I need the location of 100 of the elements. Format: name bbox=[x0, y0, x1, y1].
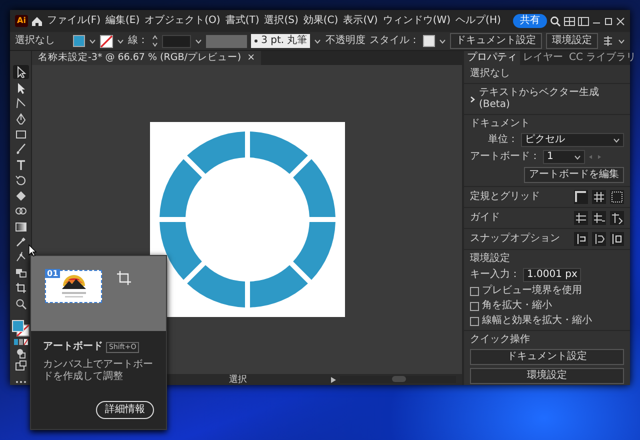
section-heading: スナップオプション bbox=[470, 233, 560, 245]
menu-item[interactable]: 編集(E) bbox=[104, 15, 141, 27]
maximize-icon[interactable] bbox=[604, 16, 613, 26]
menu-item[interactable]: ヘルプ(H) bbox=[454, 15, 502, 27]
panel-tab[interactable]: レイヤー bbox=[520, 51, 566, 65]
menu-item[interactable]: 表示(V) bbox=[342, 15, 379, 27]
search-icon[interactable] bbox=[550, 16, 561, 26]
chevron-icon[interactable] bbox=[470, 96, 476, 102]
ruler-icon bbox=[575, 191, 587, 203]
guides-icon bbox=[575, 212, 587, 224]
status-tool[interactable]: 選択 bbox=[229, 374, 247, 384]
gradient-icon bbox=[14, 220, 26, 233]
caret-icon[interactable] bbox=[439, 38, 446, 44]
draw-mode-icon[interactable] bbox=[14, 347, 26, 359]
horizontal-scrollbar[interactable] bbox=[340, 376, 456, 383]
color-mode-icon[interactable] bbox=[14, 338, 28, 346]
learn-more-button[interactable]: 詳細情報 bbox=[96, 401, 154, 419]
dot-icon bbox=[254, 39, 258, 43]
play-icon[interactable] bbox=[331, 376, 336, 382]
quick-action-button[interactable]: ドキュメント設定 bbox=[470, 349, 624, 365]
menu-item[interactable]: 効果(C) bbox=[302, 15, 340, 27]
icon-button[interactable] bbox=[592, 232, 606, 246]
opacity-label[interactable]: 不透明度 bbox=[325, 35, 366, 47]
icon-button[interactable] bbox=[610, 211, 624, 225]
edit-artboard-button[interactable]: アートボードを編集 bbox=[524, 167, 624, 183]
grid-icon bbox=[593, 191, 605, 203]
caret-icon[interactable] bbox=[116, 38, 124, 44]
icon-button[interactable] bbox=[610, 232, 624, 246]
snap-point-icon bbox=[575, 233, 587, 245]
zoom-icon bbox=[14, 298, 26, 310]
stroke-swatch[interactable] bbox=[100, 34, 113, 48]
document-title: 名称未設定-3* @ 66.67 % (RGB/プレビュー) bbox=[38, 52, 242, 64]
brush-name: 3 pt. 丸筆 bbox=[261, 35, 308, 47]
screen-mode-icon[interactable] bbox=[14, 360, 26, 372]
more-icon[interactable] bbox=[14, 379, 26, 385]
caret-icon[interactable] bbox=[314, 38, 322, 44]
brush-field[interactable]: 3 pt. 丸筆 bbox=[251, 34, 310, 48]
toolbar-button[interactable]: 環境設定 bbox=[546, 33, 598, 49]
panel-tab[interactable]: プロパティ bbox=[464, 51, 520, 65]
artboard-icon bbox=[14, 282, 26, 294]
caret-icon[interactable] bbox=[613, 138, 620, 142]
caret-icon[interactable] bbox=[574, 154, 581, 160]
rotate-icon bbox=[14, 174, 26, 186]
unit-dropdown[interactable]: ピクセル bbox=[521, 133, 624, 147]
width-profile-field bbox=[206, 34, 248, 48]
tool-button[interactable] bbox=[12, 65, 28, 80]
artboard-label: アートボード： bbox=[470, 151, 540, 163]
fill-swatch[interactable] bbox=[73, 35, 85, 47]
generate-vector-link[interactable]: テキストからベクター生成 (Beta) bbox=[479, 87, 624, 111]
fill-stroke-swatch[interactable] bbox=[12, 320, 30, 337]
toolbar-button[interactable]: ドキュメント設定 bbox=[450, 33, 542, 49]
artboard-value: 1 bbox=[547, 151, 554, 163]
icon-button[interactable] bbox=[574, 232, 588, 246]
checkbox-label[interactable]: 角を拡大・縮小 bbox=[482, 300, 552, 312]
icon-button[interactable] bbox=[610, 190, 624, 204]
checkbox-label[interactable]: プレビュー境界を使用 bbox=[482, 285, 582, 297]
section-heading: ドキュメント bbox=[470, 118, 531, 130]
checkbox[interactable] bbox=[470, 302, 479, 310]
quick-action-button[interactable]: 環境設定 bbox=[470, 368, 624, 384]
key-increment-field[interactable]: 1.0001 px bbox=[523, 268, 582, 282]
menu-item[interactable]: 選択(S) bbox=[263, 15, 300, 27]
document-tab[interactable]: 名称未設定-3* @ 66.67 % (RGB/プレビュー) × bbox=[32, 51, 262, 65]
style-label: スタイル： bbox=[369, 35, 420, 47]
app-logo: Ai bbox=[15, 15, 28, 27]
caret-icon[interactable] bbox=[618, 38, 626, 44]
caret-icon[interactable] bbox=[195, 38, 202, 44]
artboard-dropdown[interactable]: 1 bbox=[543, 150, 585, 164]
angle-icon bbox=[14, 97, 26, 110]
icon-button[interactable] bbox=[592, 211, 606, 225]
rectangle-icon bbox=[14, 128, 26, 140]
icon-button[interactable] bbox=[592, 190, 606, 204]
menu-item[interactable]: ファイル(F) bbox=[46, 15, 102, 27]
selection-status: 選択なし bbox=[15, 35, 55, 47]
icon-button[interactable] bbox=[574, 211, 588, 225]
lock-guides-icon bbox=[593, 212, 605, 224]
scroll-thumb[interactable] bbox=[392, 376, 406, 382]
caret-icon[interactable] bbox=[88, 38, 96, 44]
checkbox-label[interactable]: 線幅と効果を拡大・縮小 bbox=[482, 315, 592, 327]
share-button[interactable]: 共有 bbox=[513, 14, 547, 28]
checkbox[interactable] bbox=[470, 286, 479, 296]
checkbox[interactable] bbox=[470, 316, 479, 326]
stroke-weight-field[interactable] bbox=[162, 34, 192, 48]
tool-button[interactable] bbox=[12, 173, 28, 188]
panel-tab[interactable]: CC ライブラリ bbox=[566, 51, 640, 65]
icon-button[interactable] bbox=[574, 190, 588, 204]
tab-close[interactable]: × bbox=[247, 52, 256, 64]
menu-item[interactable]: ウィンドウ(W) bbox=[382, 15, 452, 27]
home-icon[interactable] bbox=[30, 16, 43, 26]
circles-icon bbox=[14, 205, 26, 218]
spinner-icon[interactable] bbox=[152, 35, 158, 47]
panel-layout-icon[interactable] bbox=[578, 16, 589, 26]
style-swatch[interactable] bbox=[423, 35, 436, 47]
menu-item[interactable]: 書式(T) bbox=[224, 15, 260, 27]
key-increment-label: キー入力： bbox=[470, 269, 520, 281]
menu-item[interactable]: オブジェクト(O) bbox=[144, 15, 222, 27]
workspace-icon[interactable] bbox=[564, 16, 575, 26]
artboard-icon bbox=[116, 270, 132, 286]
arrow-outline-icon bbox=[14, 66, 26, 78]
close-icon[interactable] bbox=[616, 16, 625, 26]
arrange-icon[interactable] bbox=[602, 35, 614, 47]
